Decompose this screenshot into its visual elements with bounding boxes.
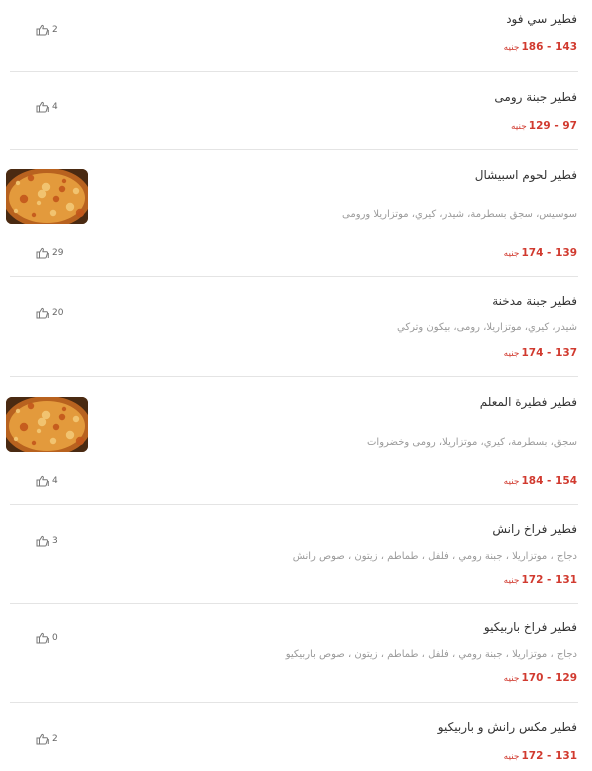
price-range: 137 - 174: [521, 347, 577, 359]
thumbs-up-icon: [36, 101, 49, 113]
item-name[interactable]: فطير فطيرة المعلم: [480, 394, 577, 410]
item-photo[interactable]: [6, 169, 88, 224]
like-count: 2: [52, 734, 58, 744]
thumbs-up-icon: [36, 632, 49, 644]
like-count: 20: [52, 308, 64, 318]
item-divider: [10, 702, 578, 703]
item-description: دجاج ، موتزاريلا ، جبنة رومي ، فلفل ، طم…: [285, 649, 577, 660]
item-photo[interactable]: [6, 397, 88, 452]
item-name[interactable]: فطير مكس رانش و باربيكيو: [438, 719, 577, 735]
item-divider: [10, 71, 578, 72]
item-divider: [10, 504, 578, 505]
menu-list: فطير سي فود 143 - 186جنيه 2 فطير جبنة رومى 9…: [0, 0, 592, 771]
item-price: 129 - 170جنيه: [504, 671, 577, 686]
item-name[interactable]: فطير فراخ رانش: [492, 521, 577, 537]
item-divider: [10, 149, 578, 150]
item-price: 137 - 174جنيه: [504, 346, 577, 361]
price-range: 97 - 129: [528, 120, 577, 132]
item-price: 143 - 186جنيه: [504, 40, 577, 55]
item-name[interactable]: فطير جبنة رومى: [494, 89, 577, 105]
price-currency: جنيه: [503, 249, 520, 259]
item-price: 131 - 172جنيه: [504, 573, 577, 588]
item-name[interactable]: فطير لحوم اسبيشال: [475, 167, 577, 183]
item-description: شيدر، كيري، موتزاريلا، رومى، بيكون وتركي: [397, 322, 577, 333]
like-button[interactable]: 4: [36, 475, 58, 487]
price-range: 129 - 170: [521, 672, 577, 684]
like-button[interactable]: 0: [36, 632, 58, 644]
item-description: سجق، بسطرمة، كيري، موتزاريلا، رومى وخضرو…: [367, 437, 577, 448]
price-currency: جنيه: [503, 674, 520, 684]
price-range: 154 - 184: [521, 475, 577, 487]
price-currency: جنيه: [503, 752, 520, 762]
price-currency: جنيه: [503, 477, 520, 487]
item-price: 139 - 174جنيه: [504, 246, 577, 261]
like-count: 0: [52, 633, 58, 643]
thumbs-up-icon: [36, 475, 49, 487]
price-currency: جنيه: [510, 122, 527, 132]
like-button[interactable]: 3: [36, 535, 58, 547]
thumbs-up-icon: [36, 24, 49, 36]
item-price: 154 - 184جنيه: [504, 474, 577, 489]
price-range: 139 - 174: [521, 247, 577, 259]
like-count: 4: [52, 102, 58, 112]
thumbs-up-icon: [36, 535, 49, 547]
like-count: 3: [52, 536, 58, 546]
like-button[interactable]: 29: [36, 247, 63, 259]
like-button[interactable]: 20: [36, 307, 63, 319]
like-button[interactable]: 2: [36, 24, 58, 36]
item-name[interactable]: فطير فراخ باربيكيو: [484, 619, 577, 635]
item-name[interactable]: فطير سي فود: [506, 11, 577, 27]
price-range: 143 - 186: [521, 41, 577, 53]
like-count: 29: [52, 248, 64, 258]
like-count: 2: [52, 25, 58, 35]
item-price: 97 - 129جنيه: [511, 119, 577, 134]
like-count: 4: [52, 476, 58, 486]
item-description: دجاج ، موتزاريلا ، جبنة رومي ، فلفل ، طم…: [292, 551, 577, 562]
thumbs-up-icon: [36, 307, 49, 319]
item-description: سوسيس، سجق بسطرمة، شيدر، كيري، موتزاريلا…: [342, 209, 577, 220]
thumbs-up-icon: [36, 247, 49, 259]
price-currency: جنيه: [503, 349, 520, 359]
thumbs-up-icon: [36, 733, 49, 745]
like-button[interactable]: 2: [36, 733, 58, 745]
item-price: 131 - 172جنيه: [504, 749, 577, 764]
price-range: 131 - 172: [521, 750, 577, 762]
item-name[interactable]: فطير جبنة مدخنة: [492, 293, 577, 309]
item-divider: [10, 603, 578, 604]
price-currency: جنيه: [503, 576, 520, 586]
price-currency: جنيه: [503, 43, 520, 53]
price-range: 131 - 172: [521, 574, 577, 586]
like-button[interactable]: 4: [36, 101, 58, 113]
item-divider: [10, 376, 578, 377]
item-divider: [10, 276, 578, 277]
